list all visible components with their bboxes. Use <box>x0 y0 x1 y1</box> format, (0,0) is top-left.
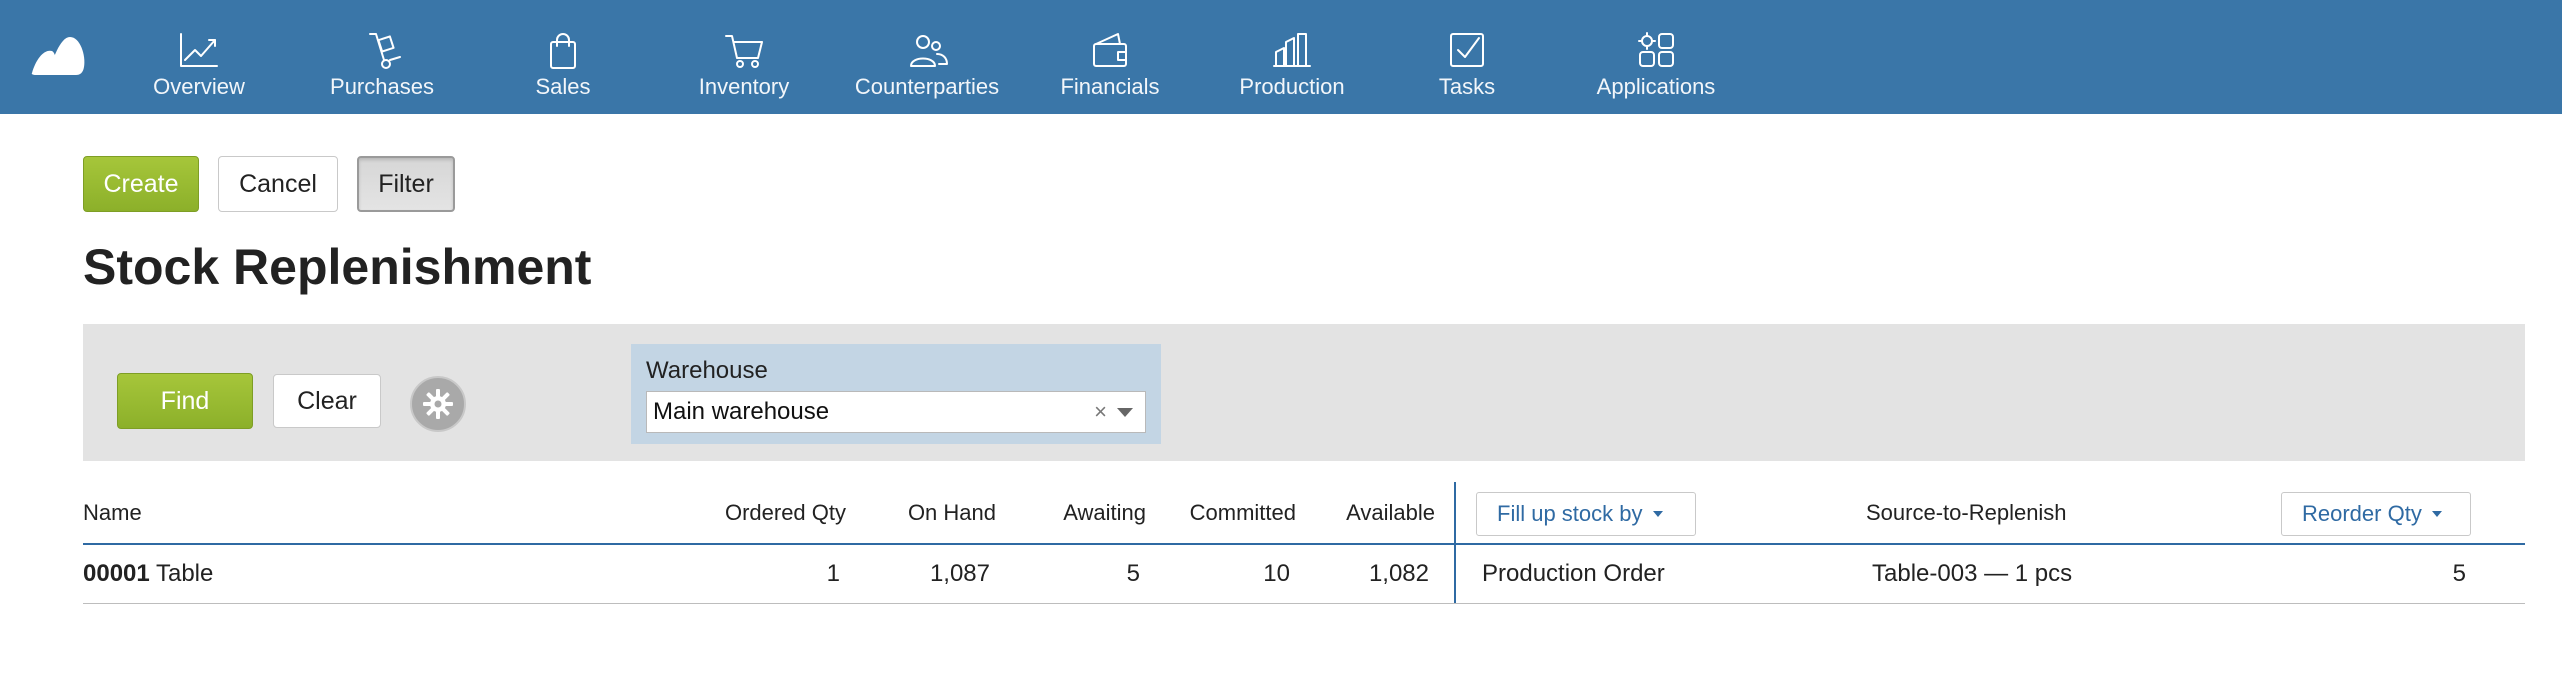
cancel-button[interactable]: Cancel <box>218 156 338 212</box>
filter-button[interactable]: Filter <box>357 156 455 212</box>
page-title: Stock Replenishment <box>83 239 592 295</box>
warehouse-label: Warehouse <box>646 357 768 384</box>
factory-icon <box>1270 30 1314 70</box>
column-header-committed[interactable]: Committed <box>1190 500 1296 526</box>
cell-fill-up-stock-by[interactable]: Production Order <box>1482 560 1665 588</box>
fill-up-stock-by-dropdown[interactable]: Fill up stock by <box>1476 492 1696 536</box>
find-button[interactable]: Find <box>117 373 253 429</box>
gear-icon <box>423 389 453 419</box>
logo-icon[interactable] <box>30 33 86 77</box>
cell-available: 1,082 <box>1368 560 1429 587</box>
apps-gear-icon <box>1634 30 1678 70</box>
nav-tasks[interactable]: Tasks <box>1436 0 1498 114</box>
reorder-qty-label: Reorder Qty <box>2302 501 2422 526</box>
nav-production[interactable]: Production <box>1238 0 1346 114</box>
warehouse-value: Main warehouse <box>653 398 830 425</box>
item-name: Table <box>155 560 214 587</box>
cell-reorder-qty[interactable]: 5 <box>2453 560 2466 588</box>
cell-name[interactable]: 00001 Table <box>83 560 213 588</box>
hand-truck-icon <box>360 30 404 70</box>
fill-up-stock-by-label: Fill up stock by <box>1497 501 1643 526</box>
column-header-on-hand[interactable]: On Hand <box>908 500 996 526</box>
clear-button[interactable]: Clear <box>273 374 381 428</box>
cell-committed: 10 <box>1263 560 1290 587</box>
cell-source-to-replenish[interactable]: Table-003 — 1 pcs <box>1872 560 2072 588</box>
nav-label: Applications <box>1596 74 1716 99</box>
nav-label: Sales <box>535 74 591 99</box>
cell-ordered-qty: 1 <box>826 560 840 587</box>
nav-label: Overview <box>153 74 245 99</box>
column-header-name[interactable]: Name <box>83 500 142 526</box>
nav-counterparties[interactable]: Counterparties <box>853 0 1001 114</box>
column-header-awaiting[interactable]: Awaiting <box>1063 500 1146 526</box>
column-header-source[interactable]: Source-to-Replenish <box>1866 500 2067 526</box>
top-navigation-bar: Overview Purchases Sales Inventory Count… <box>0 0 2562 114</box>
nav-label: Inventory <box>698 74 790 99</box>
nav-inventory[interactable]: Inventory <box>694 0 794 114</box>
warehouse-select[interactable]: Main warehouse × <box>646 391 1146 433</box>
reorder-qty-dropdown[interactable]: Reorder Qty <box>2281 492 2471 536</box>
checkbox-icon <box>1445 30 1489 70</box>
people-icon <box>905 30 949 70</box>
nav-label: Tasks <box>1438 74 1496 99</box>
nav-purchases[interactable]: Purchases <box>327 0 437 114</box>
dropdown-caret-icon[interactable] <box>1117 407 1133 417</box>
item-code: 00001 <box>83 560 150 587</box>
column-header-available[interactable]: Available <box>1346 500 1435 526</box>
nav-label: Production <box>1239 74 1345 99</box>
nav-financials[interactable]: Financials <box>1058 0 1162 114</box>
nav-applications[interactable]: Applications <box>1596 0 1716 114</box>
row-divider <box>83 603 2525 604</box>
nav-label: Purchases <box>330 74 434 99</box>
header-divider <box>83 543 2525 545</box>
column-header-ordered-qty[interactable]: Ordered Qty <box>725 500 846 526</box>
chart-line-icon <box>177 30 221 70</box>
chevron-down-icon <box>1652 511 1663 517</box>
settings-gear-button[interactable] <box>410 376 466 432</box>
nav-sales[interactable]: Sales <box>528 0 598 114</box>
cell-on-hand: 1,087 <box>929 560 990 587</box>
nav-overview[interactable]: Overview <box>152 0 246 114</box>
nav-label: Financials <box>1060 74 1160 99</box>
create-button[interactable]: Create <box>83 156 199 212</box>
nav-label: Counterparties <box>854 74 1000 99</box>
wallet-icon <box>1088 30 1132 70</box>
cell-awaiting: 5 <box>1126 560 1140 587</box>
chevron-down-icon <box>2431 511 2442 517</box>
shopping-cart-icon <box>722 30 766 70</box>
shopping-bag-icon <box>541 30 585 70</box>
clear-selection-icon[interactable]: × <box>1094 399 1107 425</box>
